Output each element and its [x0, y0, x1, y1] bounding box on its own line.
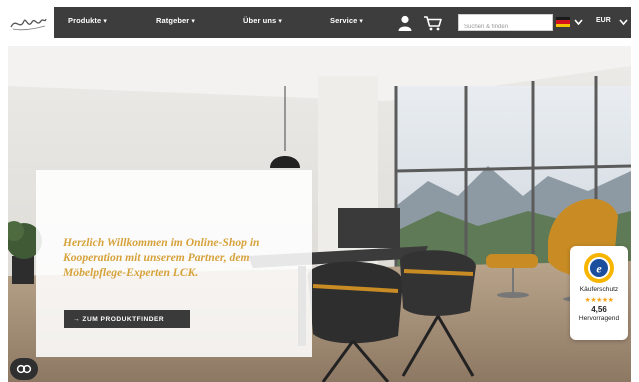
- nav-item-label: Service: [330, 16, 358, 25]
- nav-item-ratgeber[interactable]: Ratgeber ▾: [156, 16, 195, 25]
- signature-logo-icon: [10, 18, 47, 31]
- search-field[interactable]: [458, 14, 553, 35]
- trusted-shops-badge[interactable]: e Käuferschutz ★★★★★ 4,56 Hervorragend: [570, 246, 628, 340]
- caret-down-icon: ▾: [278, 18, 282, 25]
- hero-banner: [8, 46, 631, 382]
- rating-verdict: Hervorragend: [578, 315, 620, 322]
- logo[interactable]: [8, 7, 48, 37]
- trusted-shops-seal-icon: e: [584, 253, 614, 283]
- rating-score: 4,56: [591, 305, 607, 314]
- search-input[interactable]: [459, 19, 552, 35]
- nav-item-label: Über uns: [243, 16, 277, 25]
- chevron-down-icon[interactable]: [619, 18, 628, 26]
- welcome-message: Herzlich Willkommen im Online-Shop in Ko…: [63, 236, 260, 279]
- svg-text:e: e: [596, 262, 602, 276]
- caret-down-icon: ▾: [359, 18, 364, 25]
- nav-item-ueber-uns[interactable]: Über uns ▾: [243, 16, 282, 25]
- user-icon[interactable]: [398, 15, 412, 31]
- chevron-down-icon[interactable]: [574, 18, 583, 26]
- rating-stars: ★★★★★: [584, 297, 614, 304]
- badge-label: Käuferschutz: [579, 286, 619, 293]
- nav-item-label: Produkte: [68, 16, 102, 25]
- currency-selector[interactable]: EUR: [596, 17, 611, 24]
- nav-item-produkte[interactable]: Produkte ▾: [68, 16, 107, 25]
- cookie-settings-icon: [16, 364, 32, 374]
- caret-down-icon: ▾: [191, 18, 195, 25]
- caret-down-icon: ▾: [103, 18, 107, 25]
- cookie-settings-button[interactable]: [10, 358, 38, 380]
- header: Produkte▾ Ratgeber▾ Über uns▾ Service▾ E…: [0, 0, 639, 44]
- produktfinder-button[interactable]: → ZUM PRODUKTFINDER: [64, 310, 190, 328]
- flag-de-icon[interactable]: [556, 17, 570, 27]
- nav-item-label: Ratgeber: [156, 16, 190, 25]
- cart-icon[interactable]: [423, 15, 443, 31]
- nav-item-service[interactable]: Service ▾: [330, 16, 363, 25]
